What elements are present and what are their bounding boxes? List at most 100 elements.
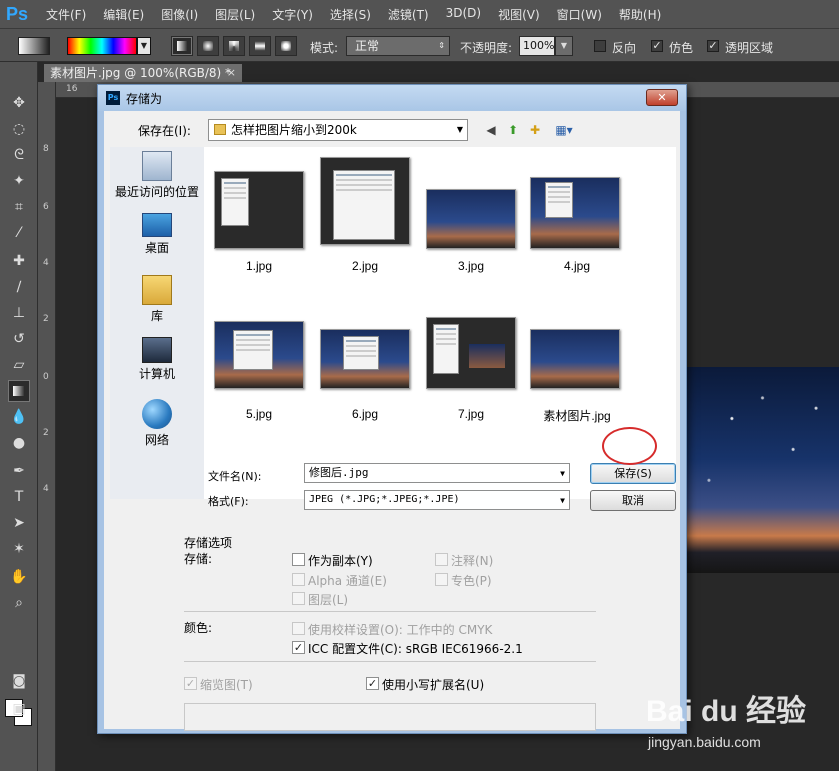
file-name: 1.jpg xyxy=(245,259,273,273)
history-brush-tool-icon[interactable]: ↺ xyxy=(8,328,30,350)
magic-wand-tool-icon[interactable]: ✦ xyxy=(8,170,30,192)
mode-select[interactable]: 正常 ⇕ xyxy=(346,36,450,56)
menu-help[interactable]: 帮助(H) xyxy=(619,6,661,23)
updown-icon: ⇕ xyxy=(438,41,445,50)
file-item[interactable]: 5.jpg xyxy=(204,301,314,431)
linear-gradient-button[interactable] xyxy=(171,36,193,56)
angle-gradient-button[interactable] xyxy=(223,36,245,56)
quick-mask-icon[interactable]: ◙ xyxy=(8,670,30,692)
dodge-tool-icon[interactable]: ● xyxy=(8,432,30,454)
move-tool-icon[interactable]: ✥ xyxy=(8,92,30,114)
pen-tool-icon[interactable]: ✒ xyxy=(8,460,30,482)
place-network[interactable]: 网络 xyxy=(110,399,204,457)
eyedropper-tool-icon[interactable]: ⁄ xyxy=(8,222,30,244)
transparency-checkbox[interactable]: ✓ xyxy=(707,40,719,52)
file-item[interactable]: 7.jpg xyxy=(416,301,526,431)
alpha-channels-checkbox[interactable] xyxy=(292,573,305,586)
chevron-down-icon: ▼ xyxy=(560,496,565,505)
diamond-gradient-button[interactable] xyxy=(275,36,297,56)
gradient-picker[interactable] xyxy=(67,37,137,55)
format-value: JPEG (*.JPG;*.JPEG;*.JPE) xyxy=(309,494,460,505)
thumbnail-checkbox[interactable]: ✓ xyxy=(184,677,197,690)
stamp-tool-icon[interactable]: ⊥ xyxy=(8,302,30,324)
file-item[interactable]: 1.jpg xyxy=(204,153,314,283)
icc-profile-label: ICC 配置文件(C): sRGB IEC61966-2.1 xyxy=(308,642,523,656)
back-icon[interactable]: ◀ xyxy=(482,121,500,139)
place-libraries[interactable]: 库 xyxy=(110,275,204,333)
file-item[interactable]: 6.jpg xyxy=(310,301,420,431)
zoom-tool-icon[interactable]: ⌕ xyxy=(8,592,30,614)
ruler-label: 8 xyxy=(43,144,49,154)
menu-edit[interactable]: 编辑(E) xyxy=(103,6,144,23)
screen-mode-icon[interactable]: ▣ xyxy=(8,698,30,720)
as-copy-checkbox[interactable] xyxy=(292,553,305,566)
menu-type[interactable]: 文字(Y) xyxy=(272,6,313,23)
filename-input[interactable]: 修图后.jpg ▼ xyxy=(304,463,570,483)
menu-select[interactable]: 选择(S) xyxy=(330,6,371,23)
lasso-tool-icon[interactable]: ᘓ xyxy=(8,144,30,166)
file-item[interactable]: 3.jpg xyxy=(416,153,526,283)
close-tab-icon[interactable]: × xyxy=(227,64,236,82)
file-thumbnail xyxy=(530,177,620,249)
up-folder-icon[interactable]: ⬆ xyxy=(504,121,522,139)
save-in-dropdown[interactable]: 怎样把图片缩小到200k ▼ xyxy=(208,119,468,141)
file-item[interactable]: 4.jpg xyxy=(522,153,632,283)
path-selection-tool-icon[interactable]: ➤ xyxy=(8,512,30,534)
marquee-tool-icon[interactable]: ◌ xyxy=(8,118,30,140)
opacity-dropdown-icon[interactable]: ▼ xyxy=(555,36,573,56)
place-desktop[interactable]: 桌面 xyxy=(110,213,204,271)
photoshop-logo: Ps xyxy=(6,4,29,24)
menu-3d[interactable]: 3D(D) xyxy=(446,6,481,23)
dither-checkbox[interactable]: ✓ xyxy=(651,40,663,52)
menu-image[interactable]: 图像(I) xyxy=(161,6,198,23)
place-recent[interactable]: 最近访问的位置 xyxy=(110,151,204,209)
notes-label: 注释(N) xyxy=(451,554,494,568)
hand-tool-icon[interactable]: ✋ xyxy=(8,566,30,588)
shape-tool-icon[interactable]: ✶ xyxy=(8,538,30,560)
recent-places-icon xyxy=(142,151,172,181)
new-folder-icon[interactable]: ✚ xyxy=(526,121,544,139)
folder-name: 怎样把图片缩小到200k xyxy=(231,123,357,137)
use-proof-setup-label: 使用校样设置(O): 工作中的 CMYK xyxy=(308,623,493,637)
layers-checkbox[interactable] xyxy=(292,592,305,605)
radial-gradient-button[interactable] xyxy=(197,36,219,56)
document-tab[interactable]: 素材图片.jpg @ 100%(RGB/8) * × xyxy=(44,64,242,82)
file-item[interactable]: 2.jpg xyxy=(310,153,420,283)
spot-colors-checkbox[interactable] xyxy=(435,573,448,586)
brush-tool-icon[interactable]: ∕ xyxy=(8,276,30,298)
reflected-gradient-button[interactable] xyxy=(249,36,271,56)
use-proof-setup-checkbox[interactable] xyxy=(292,622,305,635)
save-button[interactable]: 保存(S) xyxy=(590,463,676,484)
gradient-tool-icon[interactable] xyxy=(8,380,30,402)
cancel-button[interactable]: 取消 xyxy=(590,490,676,511)
crop-tool-icon[interactable]: ⌗ xyxy=(8,196,30,218)
place-computer[interactable]: 计算机 xyxy=(110,337,204,395)
menu-layer[interactable]: 图层(L) xyxy=(215,6,255,23)
menu-view[interactable]: 视图(V) xyxy=(498,6,540,23)
chevron-down-icon: ▼ xyxy=(456,125,463,134)
spot-colors-label: 专色(P) xyxy=(451,574,492,588)
file-name: 5.jpg xyxy=(245,407,273,421)
dialog-titlebar[interactable]: Ps 存储为 ✕ xyxy=(98,85,686,111)
dialog-close-button[interactable]: ✕ xyxy=(646,89,678,106)
menu-file[interactable]: 文件(F) xyxy=(46,6,86,23)
healing-brush-tool-icon[interactable]: ✚ xyxy=(8,250,30,272)
file-thumbnail xyxy=(530,329,620,389)
divider xyxy=(184,661,596,662)
tool-preset-picker[interactable] xyxy=(18,37,50,55)
type-tool-icon[interactable]: T xyxy=(8,486,30,508)
gradient-dropdown-icon[interactable]: ▼ xyxy=(137,37,151,55)
file-thumbnail xyxy=(426,317,516,389)
opacity-input[interactable]: 100% xyxy=(519,36,555,56)
menu-window[interactable]: 窗口(W) xyxy=(557,6,602,23)
icc-profile-checkbox[interactable]: ✓ xyxy=(292,641,305,654)
eraser-tool-icon[interactable]: ▱ xyxy=(8,354,30,376)
blur-tool-icon[interactable]: 💧 xyxy=(8,406,30,428)
menu-filter[interactable]: 滤镜(T) xyxy=(388,6,429,23)
lowercase-extension-checkbox[interactable]: ✓ xyxy=(366,677,379,690)
notes-checkbox[interactable] xyxy=(435,553,448,566)
format-select[interactable]: JPEG (*.JPG;*.JPEG;*.JPE) ▼ xyxy=(304,490,570,510)
reverse-checkbox[interactable] xyxy=(594,40,606,52)
file-item[interactable]: 素材图片.jpg xyxy=(522,301,632,431)
view-menu-icon[interactable]: ▦▾ xyxy=(550,121,578,139)
